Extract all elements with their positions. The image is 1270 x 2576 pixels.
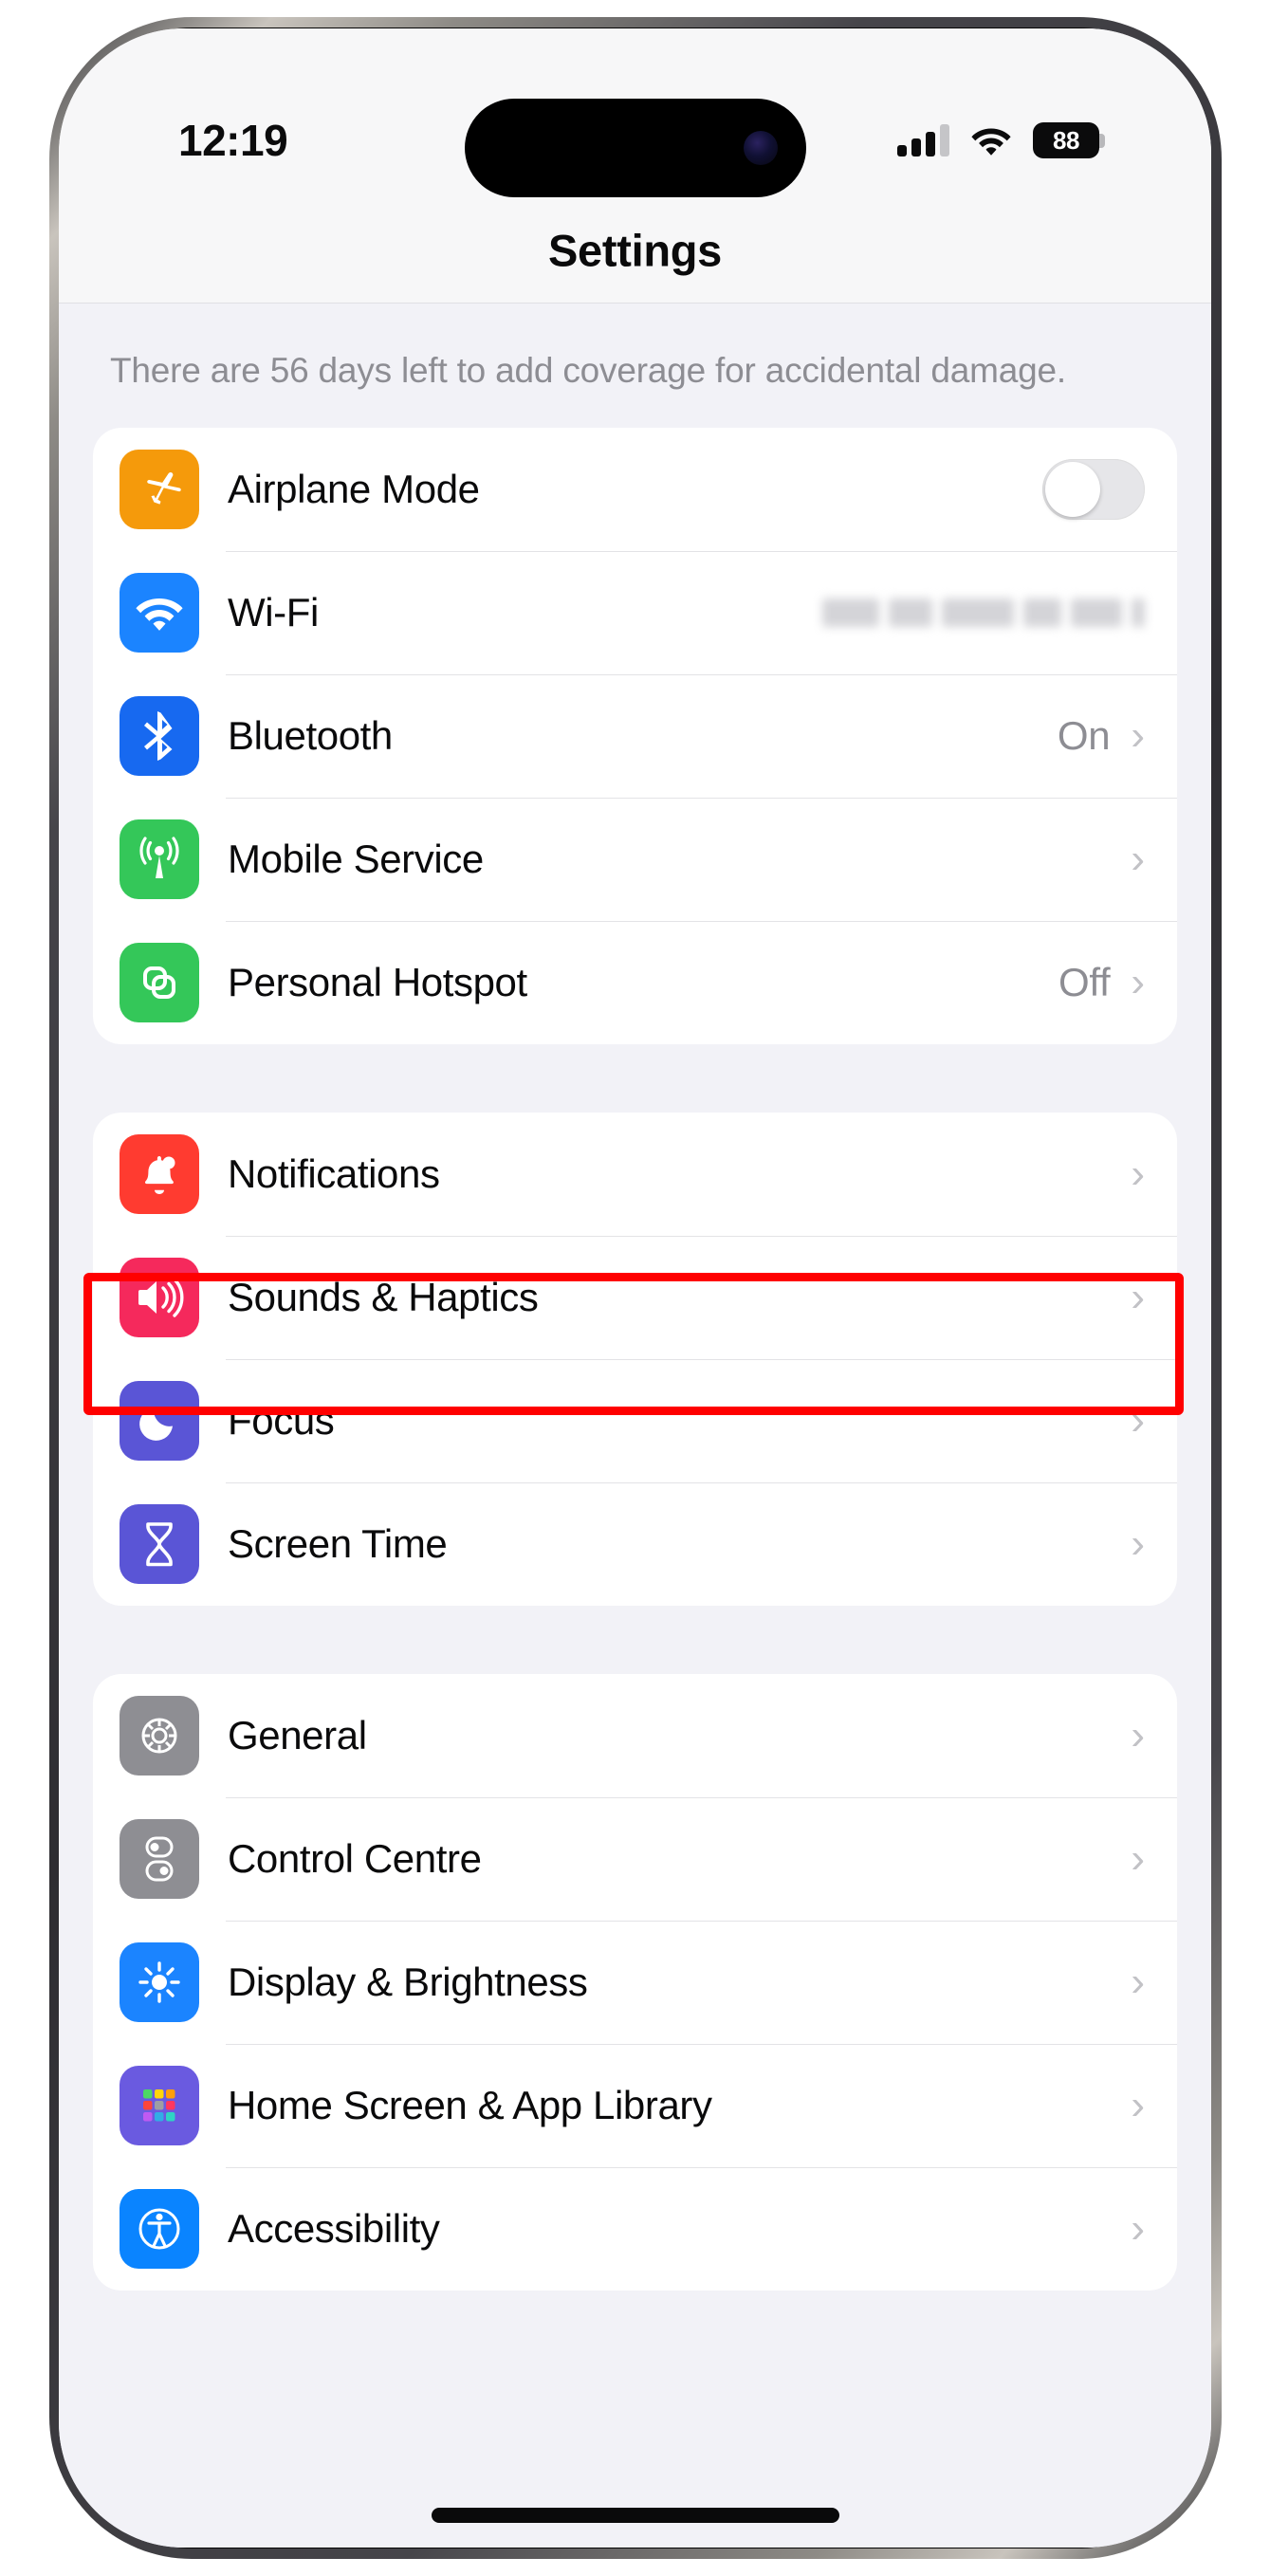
wifi-icon [970,124,1012,156]
battery-icon: 88 [1033,122,1105,158]
chevron-right-icon: › [1131,1711,1145,1758]
bluetooth-icon [120,695,199,776]
settings-row-label: Screen Time [228,1520,448,1566]
row-accessory: › [1131,835,1145,882]
settings-group-connectivity: Airplane Mode Wi-Fi Bluetooth On › Mobil… [93,427,1177,1044]
settings-row-screen-time[interactable]: Screen Time › [93,1481,1177,1606]
chevron-right-icon: › [1131,835,1145,882]
settings-row-label: Home Screen & App Library [228,2082,712,2127]
row-accessory: On › [1058,713,1145,759]
antenna-icon [120,819,199,899]
navigation-bar: Settings [59,197,1211,304]
status-bar: 12:19 88 [59,28,1211,197]
chevron-right-icon: › [1131,1519,1145,1567]
row-accessory: › [1131,1834,1145,1882]
cellular-signal-icon [897,124,949,156]
settings-row-label: Notifications [228,1150,440,1196]
front-camera-icon [743,131,778,165]
row-accessory: › [1131,1273,1145,1320]
chevron-right-icon: › [1131,1150,1145,1197]
wifi-network-name-blurred [822,598,1145,627]
row-accessory: › [1131,1711,1145,1758]
chevron-right-icon: › [1131,2081,1145,2128]
accessibility-icon [120,2188,199,2269]
settings-row-label: Wi-Fi [228,589,319,635]
row-accessory [822,598,1145,627]
airplane-icon [120,449,199,529]
chevron-right-icon: › [1131,1396,1145,1444]
wifi-icon [120,572,199,653]
settings-row-mobile-service[interactable]: Mobile Service › [93,797,1177,921]
chevron-right-icon: › [1131,1273,1145,1320]
settings-row-notifications[interactable]: Notifications › [93,1113,1177,1236]
chevron-right-icon: › [1131,711,1145,759]
settings-row-label: Focus [228,1397,335,1443]
toggle-knob [1045,461,1100,517]
settings-row-bluetooth[interactable]: Bluetooth On › [93,673,1177,798]
row-accessory [1042,458,1145,520]
status-bar-icons: 88 [897,122,1105,158]
settings-row-control-centre[interactable]: Control Centre › [93,1796,1177,1921]
settings-row-label: Display & Brightness [228,1959,588,2004]
settings-row-personal-hotspot[interactable]: Personal Hotspot Off › [93,920,1177,1044]
settings-row-focus[interactable]: Focus › [93,1358,1177,1482]
settings-row-label: Personal Hotspot [228,959,527,1004]
battery-tip [1099,134,1105,148]
settings-group-system: General › Control Centre › Display & Bri… [93,1673,1177,2291]
brightness-sun-icon [120,1941,199,2022]
gear-icon [120,1695,199,1776]
chevron-right-icon: › [1131,2204,1145,2252]
phone-screen: 12:19 88 Settings There are 56 days left… [59,28,1211,2548]
settings-row-label: General [228,1712,367,1757]
row-accessory: › [1131,1150,1145,1197]
home-indicator[interactable] [431,2508,839,2523]
sliders-icon [120,1818,199,1899]
settings-row-label: Accessibility [228,2205,440,2251]
settings-group-alerts: Notifications › Sounds & Haptics › Focus… [93,1112,1177,1606]
chevron-right-icon: › [1131,1834,1145,1882]
settings-scroll-view[interactable]: There are 56 days left to add coverage f… [59,304,1211,2548]
page-title: Settings [547,225,723,275]
settings-row-wifi[interactable]: Wi-Fi [93,550,1177,674]
hotspot-status-value: Off [1058,959,1111,1004]
row-accessory: › [1131,2081,1145,2128]
hotspot-link-icon [120,942,199,1022]
bluetooth-status-value: On [1057,712,1111,758]
chevron-right-icon: › [1131,1958,1145,2005]
settings-row-sounds-haptics[interactable]: Sounds & Haptics › [93,1235,1177,1359]
row-accessory: › [1131,1519,1145,1567]
speaker-waves-icon [120,1257,199,1337]
app-grid-icon [120,2065,199,2145]
row-accessory: › [1131,1396,1145,1444]
hourglass-icon [120,1503,199,1584]
settings-row-airplane-mode[interactable]: Airplane Mode [93,428,1177,551]
row-accessory: Off › [1058,960,1145,1005]
settings-row-general[interactable]: General › [93,1674,1177,1797]
settings-row-label: Sounds & Haptics [228,1274,539,1319]
settings-row-home-screen-app-library[interactable]: Home Screen & App Library › [93,2043,1177,2167]
status-bar-clock: 12:19 [178,116,288,165]
settings-row-label: Control Centre [228,1835,482,1881]
airplane-mode-toggle[interactable] [1042,458,1145,520]
settings-row-label: Bluetooth [228,712,393,758]
settings-row-label: Mobile Service [228,836,484,881]
row-accessory: › [1131,1958,1145,2005]
warranty-coverage-note: There are 56 days left to add coverage f… [110,351,1066,390]
settings-row-label: Airplane Mode [228,466,480,511]
row-accessory: › [1131,2204,1145,2252]
moon-icon [120,1380,199,1461]
battery-percentage-label: 88 [1053,126,1079,155]
bell-icon [120,1133,199,1214]
chevron-right-icon: › [1131,958,1145,1005]
settings-row-display-brightness[interactable]: Display & Brightness › [93,1920,1177,2044]
settings-row-accessibility[interactable]: Accessibility › [93,2166,1177,2291]
dynamic-island [464,99,806,197]
